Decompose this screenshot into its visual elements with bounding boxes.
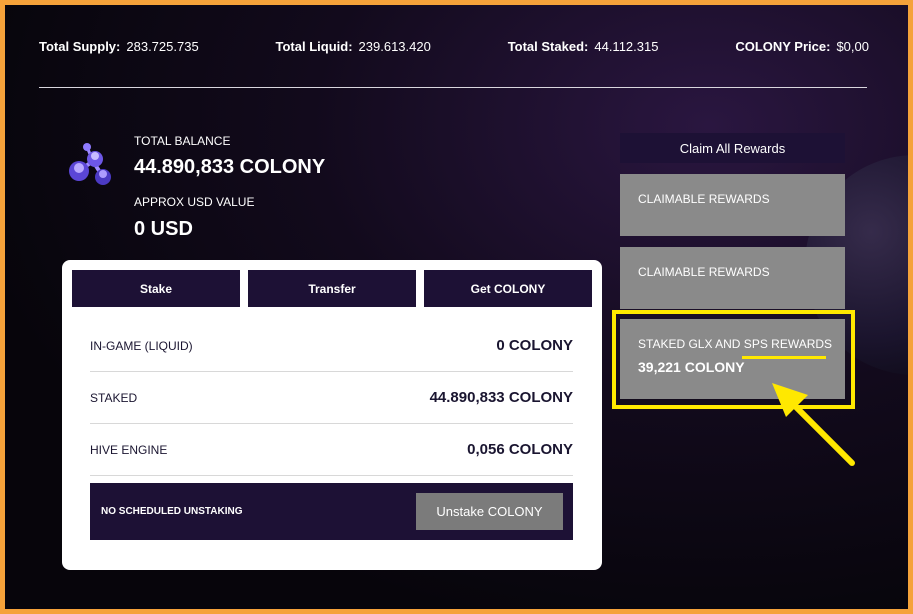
row-label: IN-GAME (LIQUID) [90,338,193,353]
row-value: 0 COLONY [496,337,573,354]
claim-all-rewards-button[interactable]: Claim All Rewards [620,133,845,163]
stat-total-staked: Total Staked: 44.112.315 [507,39,659,54]
arrow-annotation-icon [772,383,855,466]
usd-value-label: APPROX USD VALUE [134,195,255,209]
row-value: 0,056 COLONY [467,441,573,458]
stake-button[interactable]: Stake [72,270,240,307]
unstake-button[interactable]: Unstake COLONY [416,493,563,530]
action-tabs: Stake Transfer Get COLONY [72,270,592,307]
colony-token-icon [69,143,111,185]
total-balance-value: 44.890,833 COLONY [134,156,326,178]
divider [39,87,867,88]
row-label: STAKED [90,390,138,405]
balance-row-ingame: IN-GAME (LIQUID) 0 COLONY [90,320,573,372]
transfer-button[interactable]: Transfer [248,270,416,307]
stat-total-supply: Total Supply: 283.725.735 [39,39,199,54]
usd-value: 0 USD [134,218,193,240]
app-frame: Total Supply: 283.725.735 Total Liquid: 23… [5,5,908,609]
claimable-rewards-box-1[interactable]: CLAIMABLE REWARDS [620,174,845,236]
claimable-rewards-box-2[interactable]: CLAIMABLE REWARDS [620,247,845,309]
total-balance-label: TOTAL BALANCE [134,134,231,148]
unstaking-status: NO SCHEDULED UNSTAKING [101,506,243,517]
reward-label: CLAIMABLE REWARDS [638,192,770,206]
balance-row-hive-engine: HIVE ENGINE 0,056 COLONY [90,424,573,476]
stat-total-liquid: Total Liquid: 239.613.420 [275,39,431,54]
unstake-bar: NO SCHEDULED UNSTAKING Unstake COLONY [90,483,573,540]
stats-bar: Total Supply: 283.725.735 Total Liquid: 23… [39,39,869,59]
wallet-card: Stake Transfer Get COLONY IN-GAME (LIQUI… [62,260,602,570]
reward-label: CLAIMABLE REWARDS [638,265,770,279]
get-colony-button[interactable]: Get COLONY [424,270,592,307]
balance-row-staked: STAKED 44.890,833 COLONY [90,372,573,424]
row-value: 44.890,833 COLONY [429,389,573,406]
highlight-underline [742,356,826,359]
stat-colony-price: COLONY Price: $0,00 [735,39,869,54]
row-label: HIVE ENGINE [90,442,168,457]
